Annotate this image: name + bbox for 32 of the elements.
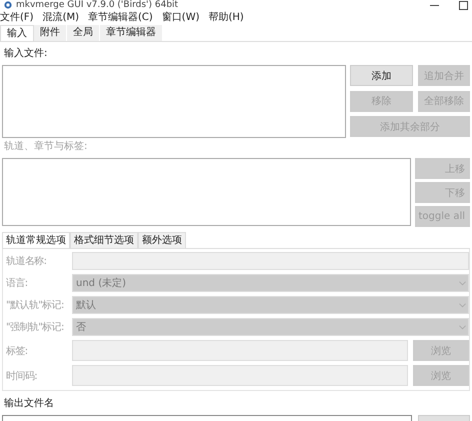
menu-item[interactable]: 帮助(H) <box>208 11 244 24</box>
track-list[interactable] <box>2 158 412 226</box>
tab[interactable]: 章节编辑器 <box>100 25 163 41</box>
tab[interactable]: 附件 <box>34 25 67 41</box>
file-list[interactable] <box>2 65 346 138</box>
field-label: 轨道名称: <box>6 254 48 268</box>
menu-item[interactable]: 章节编辑器(C) <box>88 11 153 24</box>
input-field[interactable] <box>72 365 408 386</box>
chevron-down-icon <box>459 324 466 330</box>
action-button[interactable]: 添加 <box>350 65 413 86</box>
tab[interactable]: 额外选项 <box>138 232 186 248</box>
window-title: mkvmerge GUI v7.9.0 ('Birds') 64bit <box>16 0 180 10</box>
field-label: "强制轨"标记: <box>6 320 65 334</box>
maximize-icon[interactable] <box>459 0 468 10</box>
input-field[interactable] <box>72 340 408 361</box>
section-label: 输出文件名 <box>4 397 55 411</box>
section-label: 输入文件: <box>4 47 48 61</box>
menu-item[interactable]: 文件(F) <box>0 11 34 24</box>
menu-item[interactable]: 混流(M) <box>42 11 79 24</box>
tab[interactable]: 格式细节选项 <box>70 232 138 248</box>
tab[interactable]: 轨道常规选项 <box>2 232 70 248</box>
field-label: "默认轨"标记: <box>6 298 65 312</box>
field-label: 语言: <box>6 276 29 290</box>
input-field[interactable] <box>72 252 469 270</box>
tab[interactable]: 全局 <box>67 25 100 41</box>
field-label: 标签: <box>6 344 29 358</box>
chevron-down-icon <box>459 280 466 286</box>
section-label: 轨道、章节与标签: <box>4 140 88 154</box>
field-label: 时间码: <box>6 370 38 382</box>
menu-item[interactable]: 窗口(W) <box>162 11 200 24</box>
tab[interactable]: 输入 <box>0 25 34 41</box>
chevron-down-icon <box>459 302 466 308</box>
